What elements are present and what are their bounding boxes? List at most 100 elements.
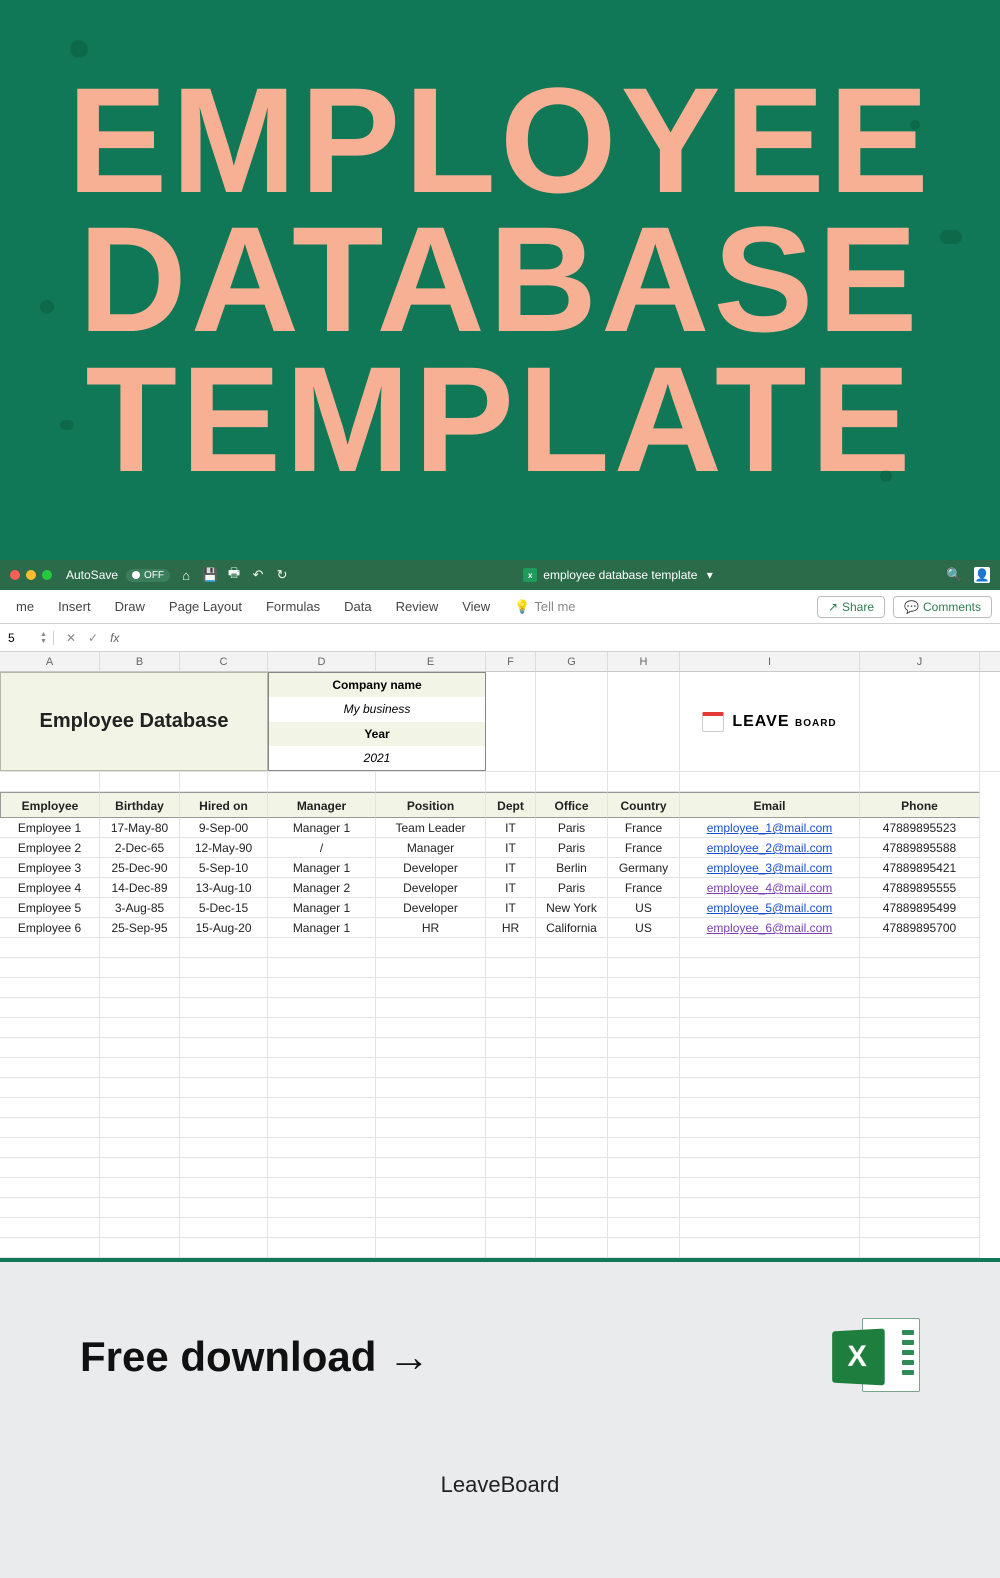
document-title[interactable]: x employee database template ▾: [523, 568, 712, 582]
calendar-icon: [702, 712, 724, 732]
table-row[interactable]: Employee 5 3-Aug-85 5-Dec-15 Manager 1 D…: [0, 898, 1000, 918]
search-icon[interactable]: 🔍: [946, 567, 962, 583]
cell-manager: Manager 1: [268, 918, 376, 938]
cell-country: France: [608, 838, 680, 858]
cell-hired: 5-Sep-10: [180, 858, 268, 878]
ribbon-tabs: me Insert Draw Page Layout Formulas Data…: [0, 590, 1000, 624]
empty-row[interactable]: [0, 1018, 1000, 1038]
empty-row[interactable]: [0, 1158, 1000, 1178]
window-controls[interactable]: [10, 570, 52, 580]
company-label: Company name: [269, 673, 485, 697]
empty-row[interactable]: [0, 1238, 1000, 1258]
cell-position: Developer: [376, 898, 486, 918]
cell-email[interactable]: employee_2@mail.com: [680, 838, 860, 858]
user-avatar-icon[interactable]: 👤: [974, 567, 990, 583]
table-row[interactable]: Employee 1 17-May-80 9-Sep-00 Manager 1 …: [0, 818, 1000, 838]
cell-email[interactable]: employee_1@mail.com: [680, 818, 860, 838]
cell-dept: IT: [486, 818, 536, 838]
table-row[interactable]: Employee 3 25-Dec-90 5-Sep-10 Manager 1 …: [0, 858, 1000, 878]
cell-manager: Manager 1: [268, 818, 376, 838]
hero-banner: EMPLOYEE DATABASE TEMPLATE: [0, 0, 1000, 560]
cell-phone: 47889895700: [860, 918, 980, 938]
cell-email[interactable]: employee_4@mail.com: [680, 878, 860, 898]
tell-me-search[interactable]: 💡Tell me: [502, 599, 587, 615]
home-icon[interactable]: ⌂: [178, 568, 194, 583]
column-headers[interactable]: A B C D E F G H I J: [0, 652, 1000, 672]
col-B: B: [100, 652, 180, 671]
empty-row[interactable]: [0, 1118, 1000, 1138]
spreadsheet-grid[interactable]: Employee Database Company name My busine…: [0, 672, 1000, 1258]
empty-row[interactable]: [0, 938, 1000, 958]
empty-row[interactable]: [0, 1058, 1000, 1078]
comments-button[interactable]: 💬Comments: [893, 596, 992, 618]
empty-row[interactable]: [0, 1198, 1000, 1218]
print-icon[interactable]: 🖶: [226, 564, 242, 586]
col-E: E: [376, 652, 486, 671]
empty-row[interactable]: [0, 958, 1000, 978]
undo-icon[interactable]: ↶: [250, 567, 266, 583]
accept-formula-icon[interactable]: ✓: [82, 631, 104, 645]
tab-formulas[interactable]: Formulas: [254, 599, 332, 614]
cell-dept: IT: [486, 898, 536, 918]
table-row[interactable]: Employee 4 14-Dec-89 13-Aug-10 Manager 2…: [0, 878, 1000, 898]
redo-icon[interactable]: ↻: [274, 567, 290, 583]
year-label: Year: [269, 722, 485, 746]
tab-review[interactable]: Review: [384, 599, 451, 614]
cell-email[interactable]: employee_5@mail.com: [680, 898, 860, 918]
cell-email[interactable]: employee_6@mail.com: [680, 918, 860, 938]
col-I: I: [680, 652, 860, 671]
tab-home-partial[interactable]: me: [4, 599, 46, 614]
tab-draw[interactable]: Draw: [103, 599, 157, 614]
cell-birthday: 2-Dec-65: [100, 838, 180, 858]
cell-office: New York: [536, 898, 608, 918]
cell-office: Berlin: [536, 858, 608, 878]
blank-row[interactable]: [0, 772, 1000, 792]
table-row[interactable]: Employee 6 25-Sep-95 15-Aug-20 Manager 1…: [0, 918, 1000, 938]
tab-view[interactable]: View: [450, 599, 502, 614]
save-icon[interactable]: 💾: [202, 567, 218, 583]
fx-label: fx: [104, 631, 125, 645]
col-C: C: [180, 652, 268, 671]
cell-email[interactable]: employee_3@mail.com: [680, 858, 860, 878]
cell-birthday: 25-Sep-95: [100, 918, 180, 938]
cell-country: Germany: [608, 858, 680, 878]
formula-bar: 5 ▲▼ ✕ ✓ fx: [0, 624, 1000, 652]
empty-row[interactable]: [0, 1078, 1000, 1098]
col-D: D: [268, 652, 376, 671]
tab-page-layout[interactable]: Page Layout: [157, 599, 254, 614]
close-window-icon[interactable]: [10, 570, 20, 580]
empty-row[interactable]: [0, 1038, 1000, 1058]
empty-row[interactable]: [0, 998, 1000, 1018]
brand-name: LeaveBoard: [80, 1472, 920, 1498]
autosave-toggle[interactable]: OFF: [126, 569, 170, 582]
table-header-row: Employee Birthday Hired on Manager Posit…: [0, 792, 1000, 818]
info-block: Employee Database Company name My busine…: [0, 672, 1000, 772]
empty-row[interactable]: [0, 1218, 1000, 1238]
cell-country: US: [608, 898, 680, 918]
download-cta[interactable]: Free download →: [80, 1333, 430, 1381]
share-button[interactable]: ↗Share: [817, 596, 885, 618]
cell-office: California: [536, 918, 608, 938]
company-value[interactable]: My business: [269, 697, 485, 721]
cell-phone: 47889895588: [860, 838, 980, 858]
table-row[interactable]: Employee 2 2-Dec-65 12-May-90 / Manager …: [0, 838, 1000, 858]
minimize-window-icon[interactable]: [26, 570, 36, 580]
col-A: A: [0, 652, 100, 671]
maximize-window-icon[interactable]: [42, 570, 52, 580]
tab-insert[interactable]: Insert: [46, 599, 103, 614]
cell-employee: Employee 2: [0, 838, 100, 858]
year-value[interactable]: 2021: [269, 746, 485, 770]
name-box[interactable]: 5: [0, 631, 40, 645]
empty-row[interactable]: [0, 1098, 1000, 1118]
th-hired: Hired on: [180, 792, 268, 818]
cancel-formula-icon[interactable]: ✕: [60, 631, 82, 645]
cell-position: Team Leader: [376, 818, 486, 838]
namebox-stepper[interactable]: ▲▼: [40, 631, 54, 645]
cell-country: US: [608, 918, 680, 938]
empty-row[interactable]: [0, 1138, 1000, 1158]
empty-row[interactable]: [0, 1178, 1000, 1198]
cell-dept: IT: [486, 838, 536, 858]
hero-title: EMPLOYEE DATABASE TEMPLATE: [67, 71, 933, 490]
tab-data[interactable]: Data: [332, 599, 383, 614]
empty-row[interactable]: [0, 978, 1000, 998]
